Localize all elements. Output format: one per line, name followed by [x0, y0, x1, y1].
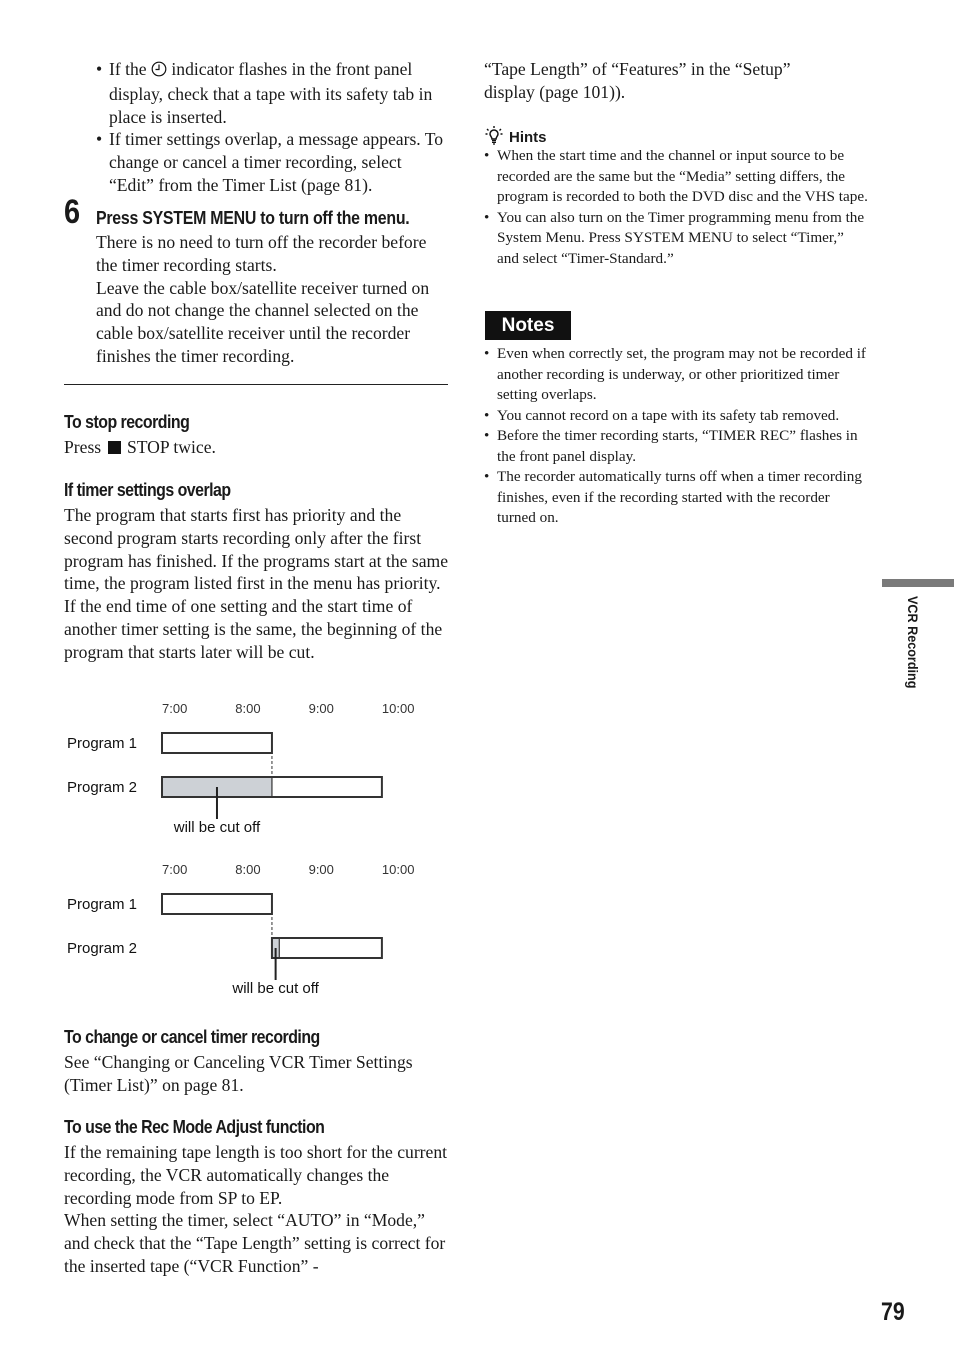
note-item: The recorder automatically turns off whe… [484, 467, 869, 529]
step-paragraph: There is no need to turn off the recorde… [96, 232, 427, 275]
bullet-text-pre: If the [109, 59, 152, 79]
note-item: Even when correctly set, the program may… [484, 344, 869, 406]
program-bar [270, 937, 383, 959]
x-tick-label: 9:00 [309, 701, 334, 716]
x-tick-label: 8:00 [235, 701, 260, 716]
step-paragraph: Leave the cable box/satellite receiver t… [96, 277, 430, 366]
program-bar [161, 732, 273, 754]
heading-change-cancel: To change or cancel timer recording [64, 1026, 320, 1047]
notes-badge: Notes [485, 311, 571, 340]
stop-text-pre: Press [64, 437, 102, 457]
timeline-diagram-1: 7:00 8:00 9:00 10:00 Program 1 Program 2 will … [67, 701, 415, 836]
hints-title: Hints [509, 129, 547, 146]
note-item: You cannot record on a tape with its saf… [484, 406, 869, 427]
annotation-label: will be cut off [173, 819, 261, 836]
x-tick-label: 9:00 [309, 862, 334, 877]
x-tick-label: 7:00 [162, 701, 187, 716]
x-tick-label: 8:00 [235, 862, 260, 877]
annotation-label: will be cut off [231, 980, 319, 997]
x-tick-label: 7:00 [162, 862, 187, 877]
notes-list: Even when correctly set, the program may… [484, 344, 869, 529]
x-tick-label: 10:00 [382, 862, 415, 877]
clock-icon [151, 60, 167, 83]
row-label: Program 2 [67, 940, 137, 957]
hint-item: When the start time and the channel or i… [484, 146, 869, 208]
side-tab-bar [882, 579, 954, 587]
bullet-clock-indicator: If the indicator flashes in the front pa… [96, 58, 450, 128]
row-label: Program 1 [67, 735, 137, 752]
side-tab-label: VCR Recording [905, 596, 921, 689]
row-label: Program 2 [67, 779, 137, 796]
hint-item: You can also turn on the Timer programmi… [484, 208, 869, 270]
step-body: There is no need to turn off the recorde… [96, 231, 452, 368]
hints-list: When the start time and the channel or i… [484, 146, 869, 269]
rec-mode-paragraph: If the remaining tape length is too shor… [64, 1142, 448, 1208]
rec-mode-body: If the remaining tape length is too shor… [64, 1141, 454, 1278]
x-tick-label: 10:00 [382, 701, 415, 716]
heading-timer-overlap: If timer settings overlap [64, 479, 231, 500]
timeline-diagram-2: 7:00 8:00 9:00 10:00 Program 1 Program 2 will … [67, 862, 415, 997]
page-number: 79 [881, 1298, 905, 1326]
step-number: 6 [64, 193, 81, 231]
note-item: Before the timer recording starts, “TIME… [484, 426, 869, 467]
overlap-text: The program that starts first has priori… [64, 505, 449, 662]
change-cancel-text: See “Changing or Canceling VCR Timer Set… [64, 1052, 413, 1095]
row-label: Program 1 [67, 896, 137, 913]
stop-icon [107, 441, 121, 454]
top-bullet-list: If the indicator flashes in the front pa… [96, 58, 450, 197]
stop-text-post: STOP twice. [126, 437, 216, 457]
heading-rec-mode: To use the Rec Mode Adjust function [64, 1116, 325, 1137]
continuation-text: “Tape Length” of “Features” in the “Setu… [484, 59, 791, 102]
heading-stop-recording: To stop recording [64, 411, 190, 432]
section-divider [64, 384, 448, 385]
program-bar [161, 893, 273, 915]
step-title: Press SYSTEM MENU to turn off the menu. [96, 207, 410, 228]
bullet-timer-overlap: If timer settings overlap, a message app… [96, 128, 450, 196]
rec-mode-paragraph: When setting the timer, select “AUTO” in… [64, 1210, 446, 1276]
stop-recording-text: Press STOP twice. [64, 436, 216, 459]
